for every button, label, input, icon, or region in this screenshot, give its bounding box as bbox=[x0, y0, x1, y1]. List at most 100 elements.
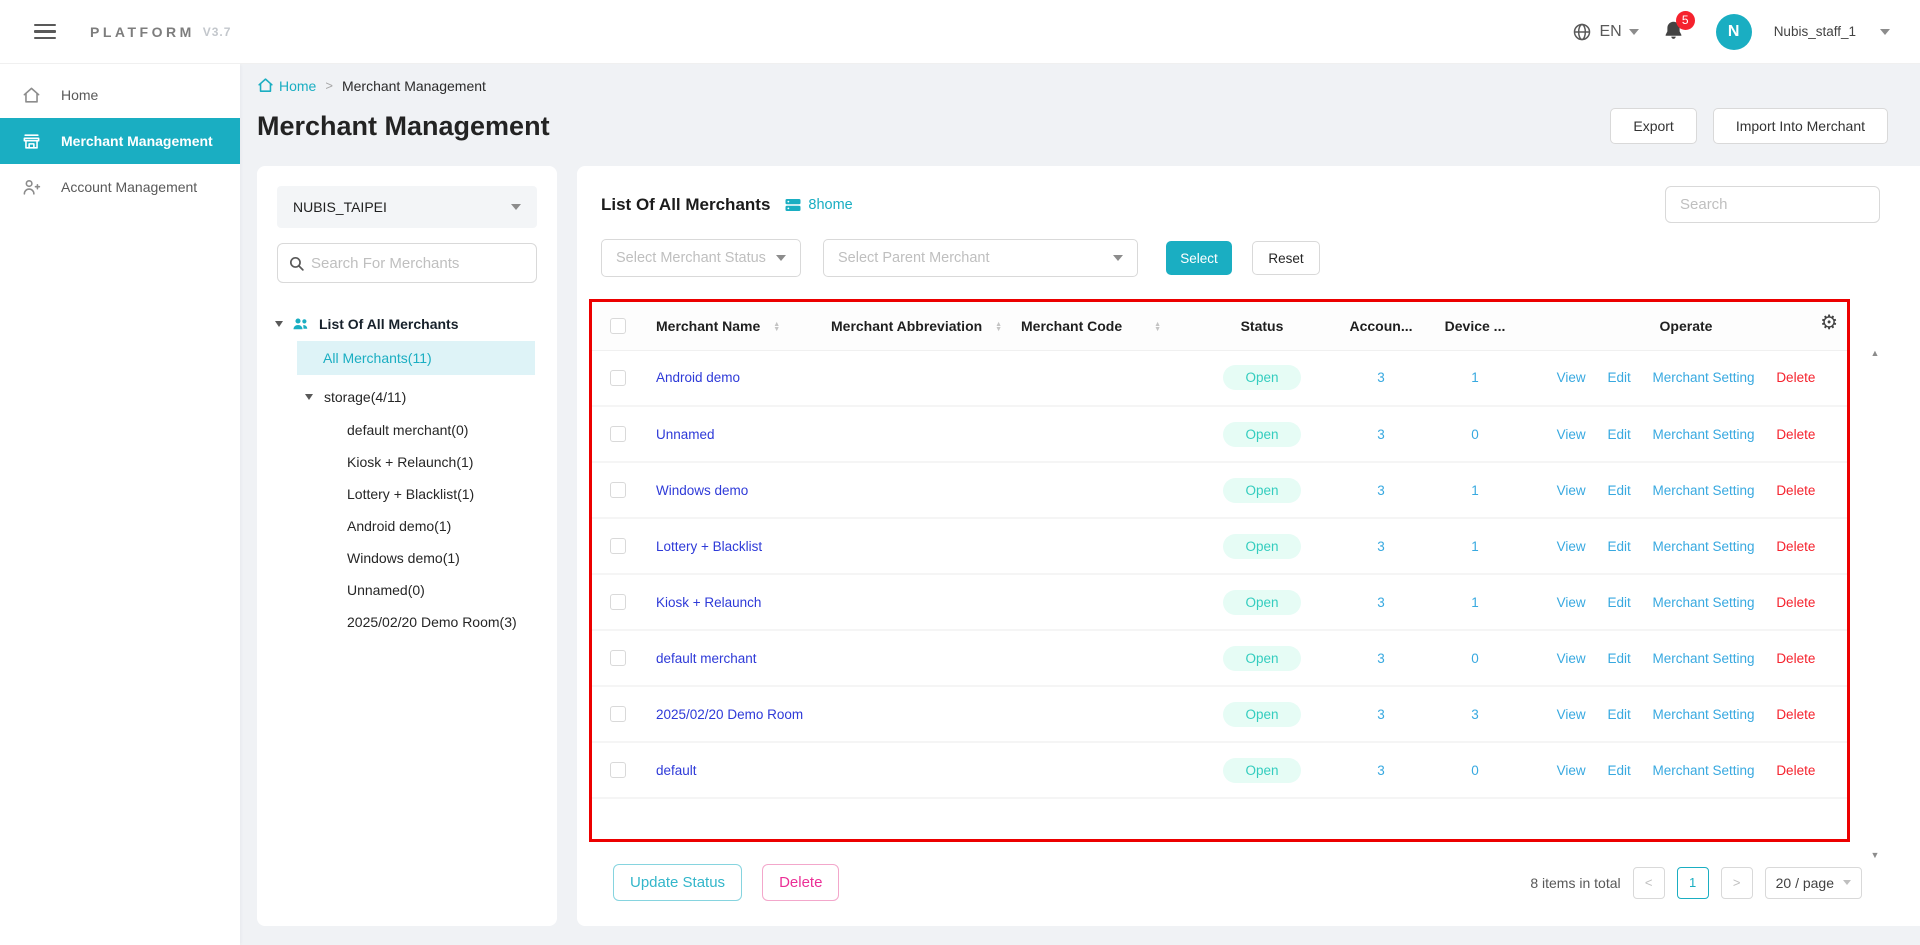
bulk-delete-button[interactable]: Delete bbox=[762, 864, 840, 901]
merchant-status-select[interactable]: Select Merchant Status bbox=[601, 239, 801, 277]
tree-expand-caret-icon[interactable] bbox=[275, 321, 283, 327]
column-settings-gear-icon[interactable]: ⚙︎ bbox=[1820, 313, 1838, 333]
view-link[interactable]: View bbox=[1557, 427, 1586, 442]
sidebar-item-merchant-management[interactable]: Merchant Management bbox=[0, 118, 240, 164]
view-link[interactable]: View bbox=[1557, 483, 1586, 498]
tree-expand-caret-icon[interactable] bbox=[305, 394, 313, 400]
table-search-input[interactable] bbox=[1665, 186, 1880, 223]
merchant-name-link[interactable]: Unnamed bbox=[656, 427, 715, 442]
delete-link[interactable]: Delete bbox=[1776, 763, 1815, 778]
merchant-search-input[interactable] bbox=[311, 254, 526, 272]
delete-link[interactable]: Delete bbox=[1776, 483, 1815, 498]
select-all-checkbox[interactable] bbox=[610, 317, 626, 334]
account-count-link[interactable]: 3 bbox=[1377, 707, 1385, 722]
account-count-link[interactable]: 3 bbox=[1377, 651, 1385, 666]
device-count-link[interactable]: 1 bbox=[1471, 370, 1479, 385]
account-count-link[interactable]: 3 bbox=[1377, 595, 1385, 610]
pagination-next-button[interactable]: > bbox=[1720, 866, 1753, 899]
edit-link[interactable]: Edit bbox=[1607, 539, 1630, 554]
view-link[interactable]: View bbox=[1557, 595, 1586, 610]
row-checkbox[interactable] bbox=[610, 594, 626, 610]
device-count-link[interactable]: 1 bbox=[1471, 483, 1479, 498]
merchant-setting-link[interactable]: Merchant Setting bbox=[1652, 707, 1754, 722]
device-count-link[interactable]: 3 bbox=[1471, 707, 1479, 722]
row-checkbox[interactable] bbox=[610, 369, 626, 386]
row-checkbox[interactable] bbox=[610, 706, 626, 722]
delete-link[interactable]: Delete bbox=[1776, 595, 1815, 610]
update-status-button[interactable]: Update Status bbox=[613, 864, 743, 901]
account-count-link[interactable]: 3 bbox=[1377, 483, 1385, 498]
merchant-setting-link[interactable]: Merchant Setting bbox=[1652, 595, 1754, 610]
merchant-setting-link[interactable]: Merchant Setting bbox=[1652, 370, 1754, 385]
avatar[interactable]: N bbox=[1715, 13, 1752, 50]
delete-link[interactable]: Delete bbox=[1776, 370, 1815, 385]
merchant-name-link[interactable]: 2025/02/20 Demo Room bbox=[656, 707, 803, 722]
reset-button[interactable]: Reset bbox=[1252, 241, 1320, 275]
view-link[interactable]: View bbox=[1557, 651, 1586, 666]
language-selector[interactable]: EN bbox=[1572, 22, 1639, 42]
merchant-name-link[interactable]: Lottery + Blacklist bbox=[656, 539, 762, 554]
tree-item-merchant[interactable]: Unnamed(0) bbox=[257, 574, 557, 606]
delete-link[interactable]: Delete bbox=[1776, 427, 1815, 442]
merchant-name-link[interactable]: Windows demo bbox=[656, 483, 748, 498]
view-link[interactable]: View bbox=[1557, 539, 1586, 554]
view-link[interactable]: View bbox=[1557, 763, 1586, 778]
row-checkbox[interactable] bbox=[610, 650, 626, 666]
edit-link[interactable]: Edit bbox=[1607, 763, 1630, 778]
tree-group-storage[interactable]: storage(4/11) bbox=[257, 380, 557, 414]
merchant-setting-link[interactable]: Merchant Setting bbox=[1652, 539, 1754, 554]
edit-link[interactable]: Edit bbox=[1607, 595, 1630, 610]
edit-link[interactable]: Edit bbox=[1607, 483, 1630, 498]
row-checkbox[interactable] bbox=[610, 426, 626, 442]
current-node-link[interactable]: 8home bbox=[784, 196, 853, 214]
account-count-link[interactable]: 3 bbox=[1377, 427, 1385, 442]
merchant-setting-link[interactable]: Merchant Setting bbox=[1652, 651, 1754, 666]
merchant-setting-link[interactable]: Merchant Setting bbox=[1652, 427, 1754, 442]
parent-merchant-select[interactable]: Select Parent Merchant bbox=[823, 239, 1138, 277]
tree-item-merchant[interactable]: 2025/02/20 Demo Room(3) bbox=[257, 606, 557, 638]
view-link[interactable]: View bbox=[1557, 370, 1586, 385]
account-count-link[interactable]: 3 bbox=[1377, 370, 1385, 385]
row-checkbox[interactable] bbox=[610, 482, 626, 498]
delete-link[interactable]: Delete bbox=[1776, 707, 1815, 722]
tree-item-merchant[interactable]: Android demo(1) bbox=[257, 510, 557, 542]
edit-link[interactable]: Edit bbox=[1607, 651, 1630, 666]
edit-link[interactable]: Edit bbox=[1607, 427, 1630, 442]
merchant-setting-link[interactable]: Merchant Setting bbox=[1652, 763, 1754, 778]
merchant-name-link[interactable]: default bbox=[656, 763, 697, 778]
sort-icon[interactable]: ▲ ▼ bbox=[1154, 321, 1161, 333]
merchant-name-link[interactable]: default merchant bbox=[656, 651, 757, 666]
scroll-down-icon[interactable]: ▼ bbox=[1871, 850, 1880, 860]
pagination-page-1[interactable]: 1 bbox=[1676, 866, 1709, 899]
sidebar-item-home[interactable]: Home bbox=[0, 72, 240, 118]
view-link[interactable]: View bbox=[1557, 707, 1586, 722]
sidebar-item-account-management[interactable]: Account Management bbox=[0, 164, 240, 210]
device-count-link[interactable]: 1 bbox=[1471, 539, 1479, 554]
menu-toggle-icon[interactable] bbox=[34, 20, 56, 44]
merchant-name-link[interactable]: Android demo bbox=[656, 370, 740, 385]
edit-link[interactable]: Edit bbox=[1607, 370, 1630, 385]
merchant-setting-link[interactable]: Merchant Setting bbox=[1652, 483, 1754, 498]
scroll-up-icon[interactable]: ▲ bbox=[1871, 348, 1880, 358]
account-count-link[interactable]: 3 bbox=[1377, 539, 1385, 554]
export-button[interactable]: Export bbox=[1610, 108, 1697, 144]
delete-link[interactable]: Delete bbox=[1776, 651, 1815, 666]
sort-icon[interactable]: ▲ ▼ bbox=[995, 321, 1002, 333]
device-count-link[interactable]: 1 bbox=[1471, 595, 1479, 610]
device-count-link[interactable]: 0 bbox=[1471, 651, 1479, 666]
merchant-name-link[interactable]: Kiosk + Relaunch bbox=[656, 595, 761, 610]
select-button[interactable]: Select bbox=[1166, 241, 1232, 275]
sort-icon[interactable]: ▲ ▼ bbox=[773, 321, 780, 333]
row-checkbox[interactable] bbox=[610, 762, 626, 778]
device-count-link[interactable]: 0 bbox=[1471, 427, 1479, 442]
delete-link[interactable]: Delete bbox=[1776, 539, 1815, 554]
row-checkbox[interactable] bbox=[610, 538, 626, 554]
page-size-select[interactable]: 20 / page bbox=[1764, 866, 1862, 899]
import-into-merchant-button[interactable]: Import Into Merchant bbox=[1712, 108, 1888, 144]
organization-select[interactable]: NUBIS_TAIPEI bbox=[277, 186, 537, 228]
account-count-link[interactable]: 3 bbox=[1377, 763, 1385, 778]
table-scrollbar[interactable]: ▲ ▼ bbox=[1868, 348, 1882, 860]
username[interactable]: Nubis_staff_1 bbox=[1774, 24, 1856, 39]
breadcrumb-home-link[interactable]: Home bbox=[257, 77, 316, 94]
pagination-prev-button[interactable]: < bbox=[1632, 866, 1665, 899]
